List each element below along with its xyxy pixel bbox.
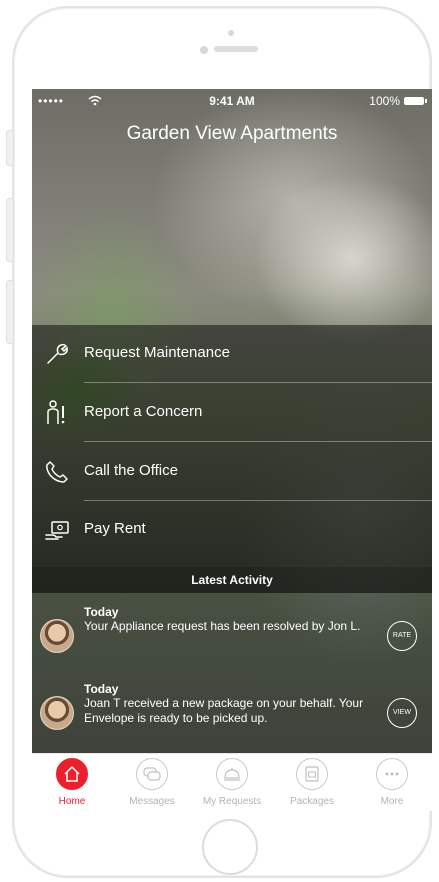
divider [84,441,432,442]
menu-item-request-maintenance[interactable]: Request Maintenance [32,325,432,383]
mute-switch [6,130,14,166]
tab-label: More [380,796,404,807]
earpiece-speaker [214,46,258,52]
activity-item[interactable]: Today Your Appliance request has been re… [32,601,432,665]
tab-label: My Requests [202,796,262,807]
hand-money-icon [45,521,69,540]
package-icon [296,758,328,790]
volume-down-button [6,280,14,344]
menu-label: Report a Concern [84,403,203,420]
view-button[interactable]: VIEW [387,698,417,728]
menu-item-pay-rent[interactable]: Pay Rent [32,501,432,559]
home-icon [56,758,88,790]
avatar [40,696,74,730]
volume-up-button [6,198,14,262]
menu-label: Call the Office [84,462,178,479]
home-button[interactable] [202,819,258,875]
tab-more[interactable]: More [352,758,432,811]
tab-label: Messages [129,796,175,807]
activity-text: Joan T received a new package on your be… [84,696,364,725]
status-bar: ••••• 9:41 AM 100% [32,89,432,111]
service-bell-icon [216,758,248,790]
tab-label: Packages [290,796,334,807]
menu-item-report-concern[interactable]: Report a Concern [32,384,432,442]
menu-label: Request Maintenance [84,344,230,361]
activity-text: Your Appliance request has been resolved… [84,619,361,633]
action-menu: Request Maintenance Report a Concern Cal… [32,325,432,567]
person-alert-icon [47,400,65,424]
tab-messages[interactable]: Messages [112,758,192,811]
avatar [40,619,74,653]
battery-percent: 100% [369,94,400,108]
divider [84,382,432,383]
phone-icon [46,461,68,483]
app-screen: ••••• 9:41 AM 100% Garden View Apartment… [32,89,432,811]
sensor-dot [228,30,234,36]
wrench-icon [47,343,68,364]
activity-day: Today [84,682,119,696]
battery-icon [404,97,427,105]
tab-packages[interactable]: Packages [272,758,352,811]
front-camera [200,46,208,54]
activity-item[interactable]: Today Joan T received a new package on y… [32,678,432,742]
chat-icon [136,758,168,790]
tab-label: Home [58,796,86,807]
rate-button[interactable]: RATE [387,621,417,651]
menu-label: Pay Rent [84,520,146,537]
activity-day: Today [84,605,119,619]
tab-bar: Home Messages My Requests Packages More [32,753,432,811]
tab-home[interactable]: Home [32,758,112,811]
menu-item-call-office[interactable]: Call the Office [32,443,432,501]
more-icon [376,758,408,790]
latest-activity-header: Latest Activity [32,567,432,593]
page-title: Garden View Apartments [126,123,338,144]
tab-my-requests[interactable]: My Requests [192,758,272,811]
